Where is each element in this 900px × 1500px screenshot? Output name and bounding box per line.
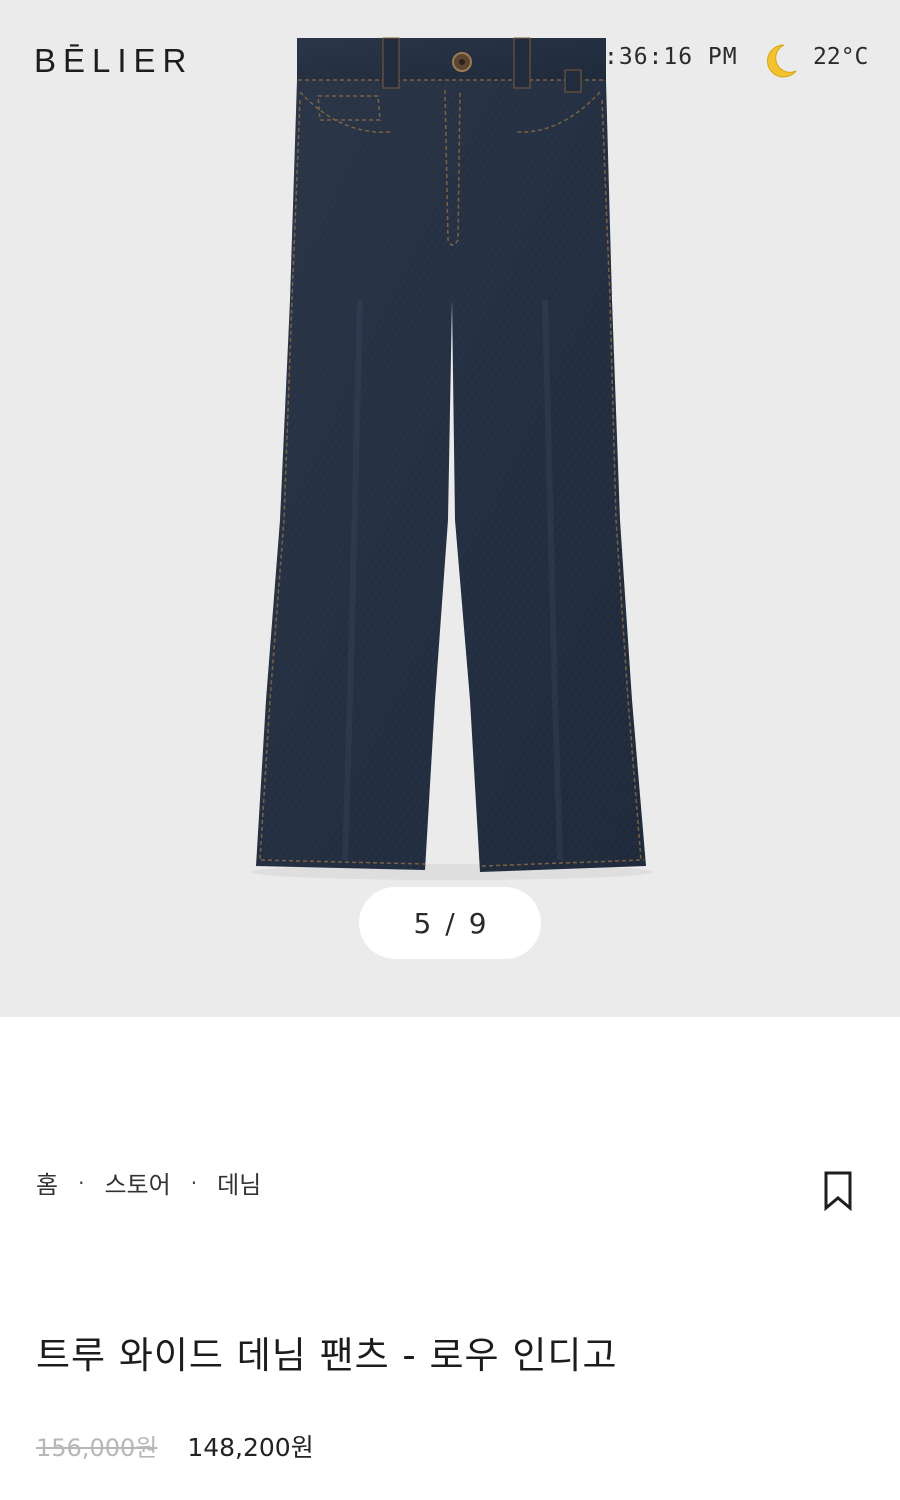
image-counter-current: 5 [413, 906, 432, 940]
image-counter-total: 9 [468, 906, 487, 940]
bookmark-icon [824, 1171, 852, 1211]
brand-logo[interactable]: BĒLIER [34, 42, 193, 80]
breadcrumb-item-store[interactable]: 스토어 [104, 1165, 170, 1200]
status-temperature: 22°C [813, 44, 869, 70]
bookmark-button[interactable] [818, 1170, 858, 1212]
price-sale: 148,200원 [187, 1433, 314, 1462]
product-title: 트루 와이드 데님 팬츠 - 로우 인디고 [36, 1334, 618, 1377]
jeans-product-image [252, 37, 652, 880]
breadcrumb-item-denim[interactable]: 데님 [217, 1165, 261, 1200]
price-row: 156,000원 148,200원 [36, 1428, 314, 1464]
product-page: BĒLIER :36:16 PM 22°C 5 / 9 홈 · 스토어 · 데님… [0, 0, 900, 1500]
moon-icon [767, 44, 797, 78]
breadcrumb-item-home[interactable]: 홈 [36, 1165, 58, 1200]
status-clock: :36:16 PM [604, 44, 738, 70]
breadcrumb-separator: · [78, 1170, 85, 1195]
image-counter-separator: / [445, 906, 455, 940]
price-original: 156,000원 [36, 1434, 158, 1462]
product-gallery[interactable]: BĒLIER :36:16 PM 22°C 5 / 9 [0, 0, 900, 1017]
breadcrumb-separator: · [190, 1170, 198, 1195]
image-counter: 5 / 9 [359, 887, 541, 959]
breadcrumb: 홈 · 스토어 · 데님 [36, 1165, 261, 1200]
